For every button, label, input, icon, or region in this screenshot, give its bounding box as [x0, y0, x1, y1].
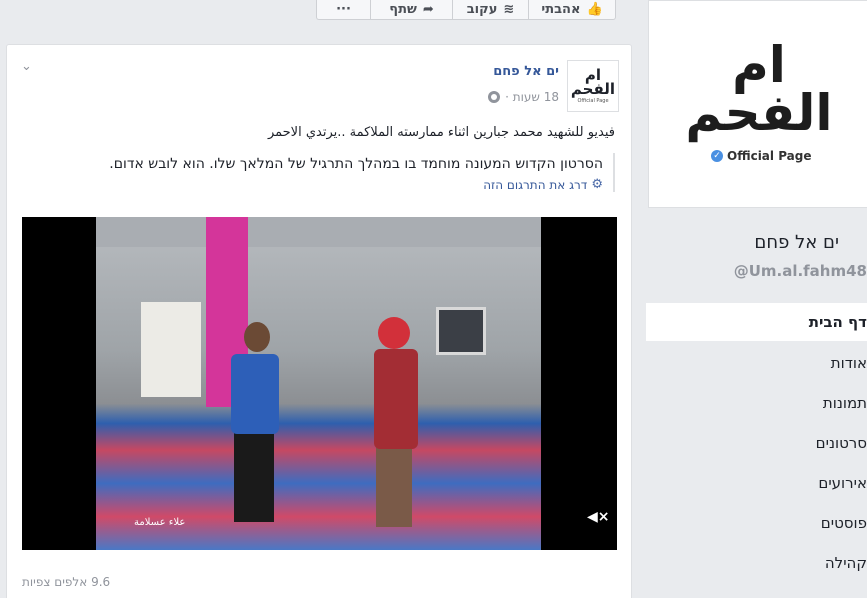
video-ceiling [96, 217, 541, 247]
more-icon: ··· [336, 2, 351, 17]
page-handle[interactable]: Um.al.fahm48@ [734, 262, 867, 280]
like-button[interactable]: 👍 אהבתי [528, 0, 616, 20]
share-arrow-icon: ➦ [422, 2, 434, 17]
nav-item-events[interactable]: אירועים [646, 463, 867, 503]
video-player[interactable]: علاء عسلامة ◀× [22, 217, 617, 550]
rate-translation-label: דרג את התרגום הזה [483, 177, 588, 192]
nav-item-about[interactable]: אודות [646, 343, 867, 383]
post-actions-bar: 👍 אהבתי ≋ עקוב ➦ שתף ··· [316, 0, 616, 20]
avatar-logo-sub: Official Page [577, 98, 609, 104]
view-count: 9.6 אלפים צפיות [22, 575, 111, 589]
translation-block: הסרטון הקדוש המעונה מוחמד בו במהלך התרגי… [35, 153, 615, 192]
more-button[interactable]: ··· [316, 0, 370, 20]
official-page-label: Official Page [727, 149, 812, 163]
page-profile-card[interactable]: ام الفحم ✓ Official Page [648, 0, 867, 208]
follow-button[interactable]: ≋ עקוב [452, 0, 528, 20]
page-avatar[interactable]: ام الفحم Official Page [567, 60, 619, 112]
verified-check-icon: ✓ [711, 150, 723, 162]
thumbs-up-icon: 👍 [586, 2, 603, 17]
nav-item-home[interactable]: דף הבית [646, 303, 867, 341]
gear-icon: ⚙ [591, 177, 603, 192]
video-boxer-blue [226, 322, 281, 522]
video-frame [96, 217, 541, 550]
video-boxer-red [366, 317, 426, 527]
like-label: אהבתי [541, 2, 581, 17]
share-label: שתף [389, 2, 417, 17]
rate-translation-link[interactable]: ⚙ דרג את התרגום הזה [35, 177, 603, 192]
post-meta: 18 שעות · [488, 90, 559, 104]
share-button[interactable]: ➦ שתף [370, 0, 452, 20]
page-title: ים אל פחם [754, 232, 839, 253]
post-page-name[interactable]: ים אל פחם [493, 64, 559, 79]
post-time[interactable]: 18 שעות · [505, 90, 559, 104]
video-door [141, 302, 201, 397]
rss-icon: ≋ [503, 2, 515, 17]
post-original-text: فيديو للشهيد محمد جبارين اثناء ممارسته ا… [267, 125, 615, 140]
official-page-badge: ✓ Official Page [711, 149, 812, 163]
video-window [436, 307, 486, 355]
nav-item-photos[interactable]: תמונות [646, 383, 867, 423]
page-nav: דף הבית אודות תמונות סרטונים אירועים פוס… [646, 303, 867, 583]
translation-text: הסרטון הקדוש המעונה מוחמד בו במהלך התרגי… [109, 156, 603, 172]
nav-item-videos[interactable]: סרטונים [646, 423, 867, 463]
chevron-down-icon[interactable]: ⌄ [21, 59, 32, 74]
speaker-muted-icon[interactable]: ◀× [587, 509, 610, 525]
avatar-logo-text: ام الفحم [570, 66, 616, 98]
nav-item-posts[interactable]: פוסטים [646, 503, 867, 543]
globe-icon[interactable] [488, 91, 501, 103]
follow-label: עקוב [466, 2, 498, 17]
nav-item-community[interactable]: קהילה [646, 543, 867, 583]
post-card: ام الفحم Official Page ים אל פחם 18 שעות… [6, 44, 632, 598]
page-logo: ام الفحم [685, 36, 833, 142]
video-watermark: علاء عسلامة [134, 517, 186, 528]
